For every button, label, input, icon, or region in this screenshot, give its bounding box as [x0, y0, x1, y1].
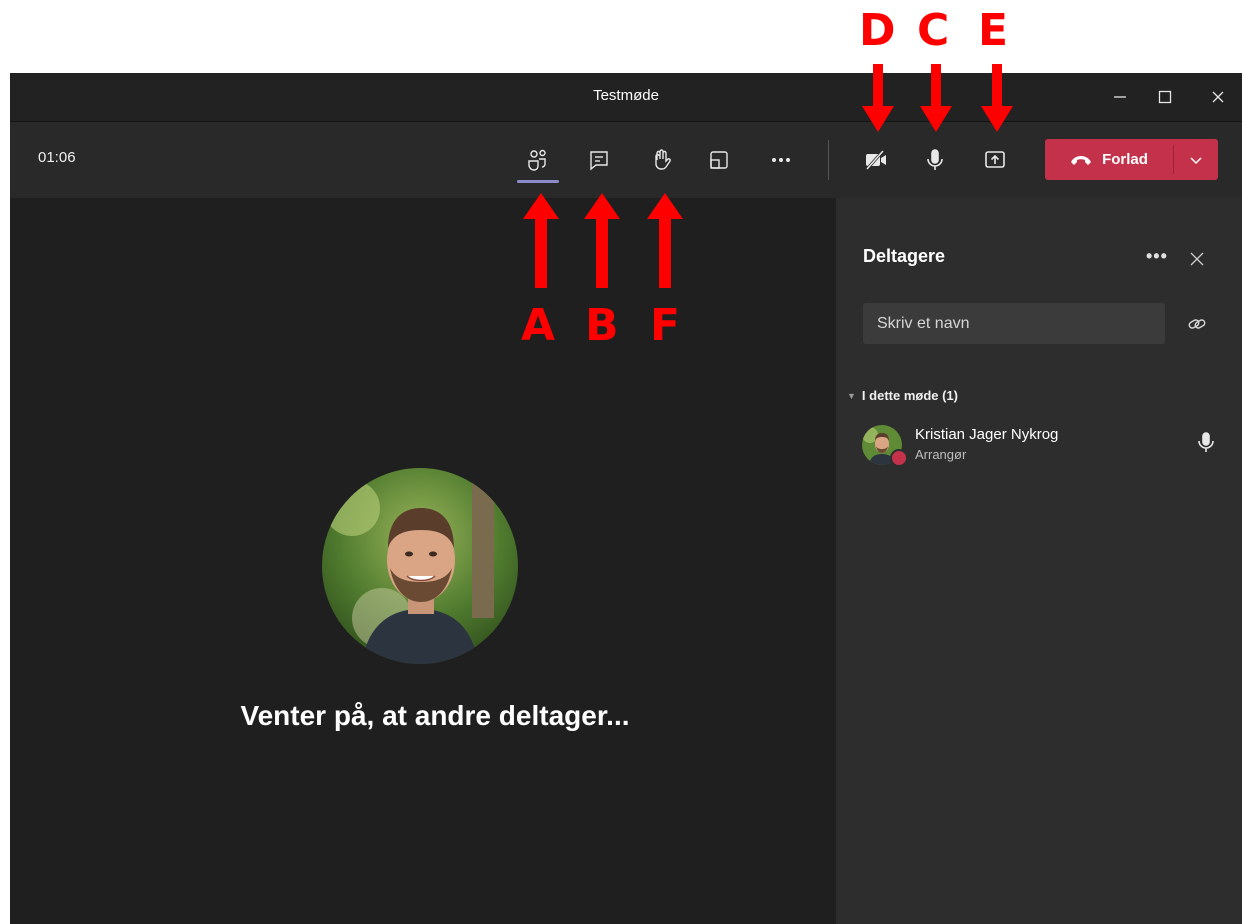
participant-name: Kristian Jager Nykrog — [915, 426, 1059, 443]
annotation-letter-a: A — [521, 300, 556, 351]
leave-button[interactable]: Forlad — [1045, 139, 1173, 180]
close-icon[interactable] — [1206, 85, 1230, 109]
microphone-icon[interactable] — [920, 145, 950, 175]
arrow-up-b-icon — [584, 193, 620, 288]
section-label: I dette møde (1) — [861, 388, 958, 403]
section-header[interactable]: ▼ I dette møde (1) — [847, 388, 958, 403]
window-title: Testmøde — [593, 87, 659, 104]
microphone-icon[interactable] — [1196, 431, 1216, 455]
active-tab-indicator — [517, 180, 559, 183]
caret-down-icon: ▼ — [847, 390, 856, 401]
call-timer: 01:06 — [38, 149, 76, 166]
arrow-down-d-icon — [862, 64, 894, 132]
status-badge — [890, 449, 908, 467]
link-icon[interactable] — [1186, 313, 1208, 335]
participants-icon[interactable] — [523, 145, 553, 175]
camera-off-icon[interactable] — [861, 145, 891, 175]
list-item[interactable]: Kristian Jager Nykrog Arrangør — [862, 421, 1222, 469]
title-bar: Testmøde — [10, 73, 1242, 122]
leave-label: Forlad — [1102, 151, 1148, 168]
arrow-down-e-icon — [981, 64, 1013, 132]
meeting-stage: Venter på, at andre deltager... — [10, 198, 836, 924]
share-screen-icon[interactable] — [980, 145, 1010, 175]
annotation-letter-d: D — [859, 5, 896, 56]
annotation-letter-b: B — [585, 300, 619, 351]
chevron-down-icon[interactable] — [1174, 139, 1218, 180]
room-icon[interactable] — [704, 145, 734, 175]
arrow-up-a-icon — [523, 193, 559, 288]
hang-up-icon — [1071, 155, 1092, 165]
chat-icon[interactable] — [584, 145, 614, 175]
meeting-toolbar: 01:06 Forlad — [10, 122, 1242, 198]
annotation-letter-e: E — [978, 5, 1009, 56]
participant-search-input[interactable] — [863, 303, 1165, 344]
waiting-message: Venter på, at andre deltager... — [240, 700, 630, 731]
more-icon[interactable] — [766, 145, 796, 175]
maximize-icon[interactable] — [1153, 85, 1177, 109]
minimize-icon[interactable] — [1108, 85, 1132, 109]
leave-button-group: Forlad — [1045, 139, 1218, 180]
panel-more-icon[interactable]: ••• — [1146, 246, 1168, 267]
toolbar-separator — [828, 140, 829, 180]
participants-panel: Deltagere ••• ▼ I dette møde (1) — [836, 198, 1242, 924]
panel-title: Deltagere — [863, 246, 946, 266]
participant-role: Arrangør — [915, 447, 967, 462]
annotation-letter-c: C — [917, 5, 950, 56]
annotation-letter-f: F — [650, 300, 681, 351]
panel-close-icon[interactable] — [1186, 248, 1208, 270]
meeting-window: Testmøde 01:06 Forlad Venter på, at andr… — [10, 73, 1242, 924]
raise-hand-icon[interactable] — [646, 145, 676, 175]
arrow-up-f-icon — [647, 193, 683, 288]
arrow-down-c-icon — [920, 64, 952, 132]
avatar — [322, 468, 518, 664]
